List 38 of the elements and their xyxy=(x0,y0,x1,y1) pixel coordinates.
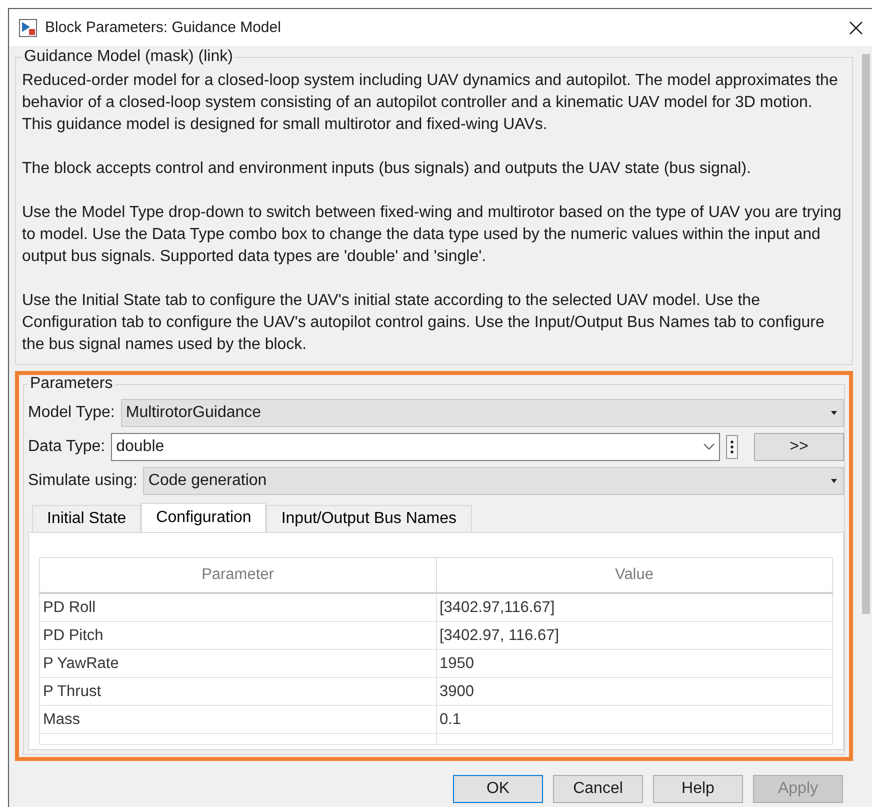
tab[interactable]: Initial State xyxy=(32,505,142,532)
chevron-down-icon xyxy=(703,443,715,451)
table-cell[interactable]: PD Roll xyxy=(40,593,436,622)
table-cell[interactable]: [3402.97, 116.67] xyxy=(436,622,832,650)
table-cell[interactable]: P Thrust xyxy=(40,678,436,706)
dropdown[interactable]: Code generation xyxy=(143,467,844,495)
table-cell[interactable]: PD Pitch xyxy=(40,622,436,650)
caret-icon xyxy=(829,478,839,484)
table-cell[interactable]: [3402.97,116.67] xyxy=(436,593,832,622)
browse-button[interactable]: >> xyxy=(754,433,844,461)
column-header: Value xyxy=(436,558,832,593)
combo-box[interactable]: double xyxy=(111,433,720,461)
table-cell[interactable]: 3900 xyxy=(436,678,832,706)
table-cell[interactable]: Mass xyxy=(40,706,436,734)
dialog-button[interactable]: OK xyxy=(453,775,543,803)
tab[interactable]: Input/Output Bus Names xyxy=(266,505,472,532)
block-icon xyxy=(19,18,37,36)
column-header: Parameter xyxy=(40,558,436,593)
description-text: Reduced-order model for a closed-loop system including UAV dynamics and autopilot. The model approximates the behavior of a closed-loop system consisting of an autopilot controller and a kinematic UAV model for 3D motion. This guidance model is designed for small multirotor and fixed-wing UAVs. xyxy=(22,71,839,135)
table-cell[interactable]: P YawRate xyxy=(40,650,436,678)
description-text: Use the Model Type drop-down to switch between fixed-wing and multirotor based on the type of UAV you are trying to model. Use the Data Type combo box to change the data type used by the numeric values within the input and output bus signals. Supported data types are 'double' and 'single'. xyxy=(22,203,842,267)
field-label: Model Type: xyxy=(28,404,115,422)
more-options-icon[interactable] xyxy=(726,435,738,459)
group-title: Parameters xyxy=(29,375,114,393)
field-label: Data Type: xyxy=(28,438,106,456)
caret-icon xyxy=(829,410,839,416)
tab[interactable]: Configuration xyxy=(141,503,266,532)
description-text: Use the Initial State tab to configure the UAV's initial state according to the selected UAV model. Use the Configuration tab to configure the UAV's autopilot control gains. Use the Input/Output Bus Names tab to configure the bus signal names used by the block. xyxy=(22,291,826,355)
group-title: Guidance Model (mask) (link) xyxy=(23,48,234,66)
table-cell[interactable]: 0.1 xyxy=(436,706,832,734)
description-text: The block accepts control and environment inputs (bus signals) and outputs the UAV state (bus signal). xyxy=(22,159,752,179)
dialog-button[interactable]: Cancel xyxy=(553,775,643,803)
table-cell[interactable]: 1950 xyxy=(436,650,832,678)
dropdown[interactable]: MultirotorGuidance xyxy=(120,399,844,427)
dialog-button[interactable]: Help xyxy=(653,775,743,803)
close-icon[interactable] xyxy=(849,20,863,34)
window-title: Block Parameters: Guidance Model xyxy=(45,19,282,36)
field-label: Simulate using: xyxy=(28,472,138,490)
